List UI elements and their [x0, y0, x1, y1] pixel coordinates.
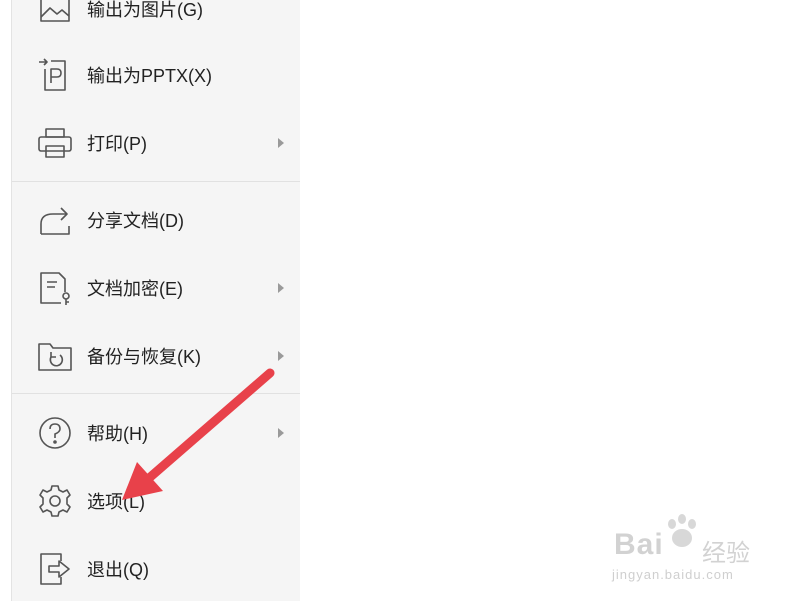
document-lock-icon: [37, 270, 73, 306]
menu-label: 输出为图片(G): [87, 0, 203, 20]
gear-icon: [37, 483, 73, 519]
menu-item-export-image[interactable]: 输出为图片(G): [12, 0, 300, 39]
menu-label: 退出(Q): [87, 560, 149, 580]
pptx-export-icon: [37, 57, 73, 93]
menu-item-exit[interactable]: 退出(Q): [12, 539, 300, 599]
submenu-arrow-icon: [278, 428, 284, 438]
menu-item-export-pptx[interactable]: 输出为PPTX(X): [12, 45, 300, 105]
menu-label: 分享文档(D): [87, 211, 184, 231]
menu-label: 选项(L): [87, 492, 145, 512]
baidu-jingyan-watermark: Bai 经验 jingyan.baidu.com: [612, 512, 762, 592]
exit-icon: [37, 551, 73, 587]
submenu-arrow-icon: [278, 351, 284, 361]
watermark-url: jingyan.baidu.com: [612, 567, 734, 582]
image-export-icon: [37, 0, 73, 27]
menu-label: 打印(P): [87, 134, 147, 154]
menu-item-backup-restore[interactable]: 备份与恢复(K): [12, 326, 300, 386]
menu-label: 备份与恢复(K): [87, 347, 201, 367]
menu-label: 帮助(H): [87, 424, 148, 444]
submenu-arrow-icon: [278, 138, 284, 148]
menu-item-encrypt[interactable]: 文档加密(E): [12, 258, 300, 318]
menu-divider: [12, 393, 300, 394]
menu-divider: [12, 181, 300, 182]
menu-item-options[interactable]: 选项(L): [12, 471, 300, 531]
menu-label: 输出为PPTX(X): [87, 66, 213, 86]
menu-label: 文档加密(E): [87, 279, 183, 299]
menu-item-print[interactable]: 打印(P): [12, 113, 300, 173]
menu-item-help[interactable]: 帮助(H): [12, 403, 300, 463]
watermark-brand-suffix: 经验: [702, 540, 750, 567]
backup-restore-icon: [37, 338, 73, 374]
file-menu-panel: 输出为图片(G) 输出为PPTX(X) 打印(P) 分享文档(D) 文档加密(E…: [11, 0, 300, 601]
watermark-brand: Bai: [614, 528, 664, 561]
submenu-arrow-icon: [278, 283, 284, 293]
paw-logo-icon: [668, 514, 696, 547]
help-icon: [37, 415, 73, 451]
menu-item-share[interactable]: 分享文档(D): [12, 190, 300, 250]
printer-icon: [37, 125, 73, 161]
share-icon: [37, 202, 73, 238]
